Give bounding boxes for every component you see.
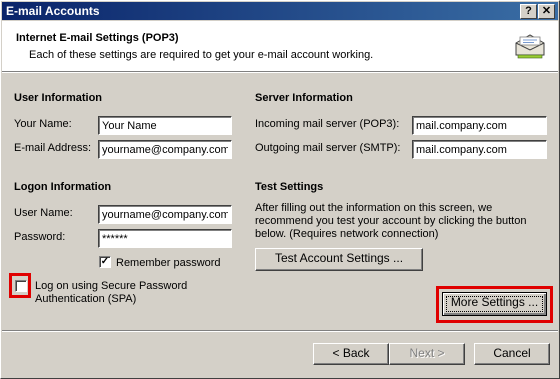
window-title: E-mail Accounts [6, 4, 100, 18]
remember-password-checkbox[interactable]: ✓ [99, 256, 111, 268]
footer-separator [2, 330, 558, 332]
close-button[interactable]: ✕ [538, 4, 555, 19]
user-name-label: User Name: [14, 207, 73, 219]
remember-password-label: Remember password [116, 257, 221, 269]
help-button[interactable]: ? [520, 4, 537, 19]
header-title: Internet E-mail Settings (POP3) [16, 32, 179, 44]
spa-label-line2: Authentication (SPA) [35, 293, 137, 305]
email-address-label: E-mail Address: [14, 142, 92, 154]
title-bar[interactable]: E-mail Accounts ? ✕ [2, 2, 558, 20]
server-info-heading: Server Information [255, 92, 353, 104]
user-name-input[interactable] [98, 205, 232, 224]
outgoing-server-input[interactable] [412, 140, 547, 159]
header-separator [2, 71, 558, 73]
cancel-button[interactable]: Cancel [474, 343, 550, 365]
email-address-input[interactable] [98, 140, 232, 159]
dialog-header: Internet E-mail Settings (POP3) Each of … [2, 21, 558, 71]
focus-rectangle [446, 296, 543, 312]
back-button[interactable]: < Back [313, 343, 389, 365]
logon-info-heading: Logon Information [14, 181, 112, 193]
your-name-input[interactable] [98, 116, 232, 135]
outgoing-server-label: Outgoing mail server (SMTP): [255, 142, 401, 154]
next-button[interactable]: Next > [389, 343, 465, 365]
more-settings-button[interactable]: More Settings ... [442, 292, 547, 316]
test-description-line3: below. (Requires network connection) [255, 228, 439, 240]
mail-settings-icon [515, 34, 545, 59]
incoming-server-input[interactable] [412, 116, 547, 135]
test-settings-heading: Test Settings [255, 181, 324, 193]
test-account-settings-button[interactable]: Test Account Settings ... [255, 248, 423, 271]
your-name-label: Your Name: [14, 118, 72, 130]
user-info-heading: User Information [14, 92, 103, 104]
header-subtitle: Each of these settings are required to g… [29, 49, 374, 61]
password-input[interactable] [98, 229, 232, 248]
spa-label-line1: Log on using Secure Password [35, 280, 188, 292]
test-description-line2: recommend you test your account by click… [255, 215, 527, 227]
password-label: Password: [14, 231, 66, 243]
spa-checkbox[interactable] [15, 280, 27, 292]
test-description-line1: After filling out the information on thi… [255, 202, 493, 214]
incoming-server-label: Incoming mail server (POP3): [255, 118, 400, 130]
email-accounts-dialog: E-mail Accounts ? ✕ Internet E-mail Sett… [0, 0, 560, 379]
